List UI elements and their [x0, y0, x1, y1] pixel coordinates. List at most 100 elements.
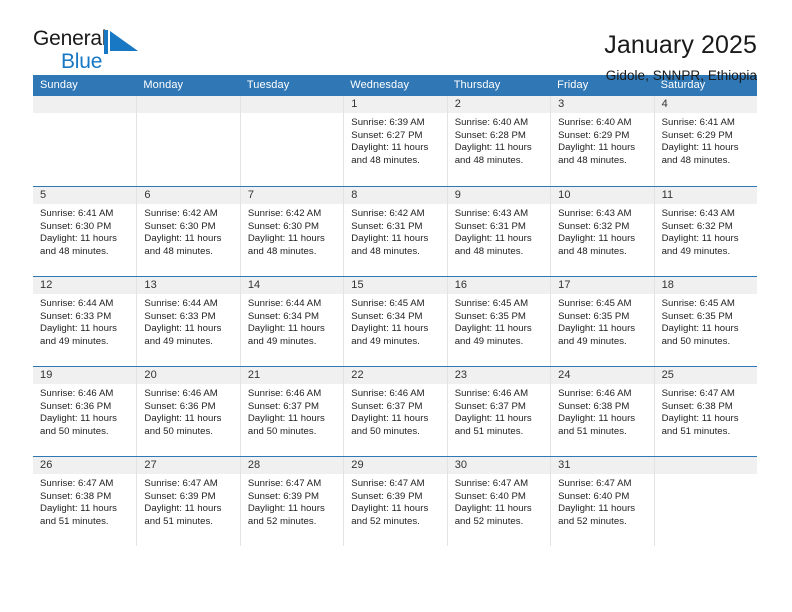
sunrise-text: Sunrise: 6:42 AM	[144, 208, 218, 219]
calendar-day-cell[interactable]: 5 Sunrise: 6:41 AM Sunset: 6:30 PM Daylight…	[33, 187, 137, 276]
daylight-text-line2: and 49 minutes.	[661, 245, 731, 257]
calendar-day-cell[interactable]: 2 Sunrise: 6:40 AM Sunset: 6:28 PM Daylight…	[446, 96, 551, 186]
calendar-day-cell-empty	[136, 96, 240, 186]
calendar-day-cell[interactable]: 31 Sunrise: 6:47 AM Sunset: 6:40 PM Dayligh…	[550, 457, 654, 546]
daylight-text-line2: and 48 minutes.	[247, 245, 317, 257]
day-sun-info: Sunrise: 6:43 AM Sunset: 6:31 PM Daylight:…	[448, 204, 550, 258]
sunset-text: Sunset: 6:34 PM	[247, 310, 320, 322]
calendar-day-cell[interactable]: 1 Sunrise: 6:39 AM Sunset: 6:27 PM Daylight…	[343, 96, 447, 186]
calendar-day-cell[interactable]: 12 Sunrise: 6:44 AM Sunset: 6:33 PM Dayligh…	[33, 277, 137, 366]
calendar-day-cell[interactable]: 3 Sunrise: 6:40 AM Sunset: 6:29 PM Daylight…	[550, 96, 654, 186]
daylight-text-line1: Daylight: 11 hours	[558, 323, 636, 335]
calendar-day-cell[interactable]: 18 Sunrise: 6:45 AM Sunset: 6:35 PM Dayligh…	[653, 277, 757, 366]
sunrise-text: Sunrise: 6:46 AM	[351, 388, 425, 399]
calendar-day-cell[interactable]: 24 Sunrise: 6:46 AM Sunset: 6:38 PM Dayligh…	[550, 367, 654, 456]
day-number: 24	[551, 367, 654, 384]
daylight-text-line2: and 51 minutes.	[558, 425, 627, 437]
sunrise-text: Sunrise: 6:44 AM	[247, 298, 322, 309]
sunset-text: Sunset: 6:40 PM	[454, 490, 526, 502]
calendar-day-cell[interactable]: 26 Sunrise: 6:47 AM Sunset: 6:38 PM Dayligh…	[33, 457, 137, 546]
sunset-text: Sunset: 6:40 PM	[558, 490, 630, 502]
day-number: 1	[344, 96, 447, 113]
calendar-week-row: 12 Sunrise: 6:44 AM Sunset: 6:33 PM Dayligh…	[33, 276, 757, 366]
sunrise-text: Sunrise: 6:42 AM	[247, 208, 322, 219]
daylight-text-line1: Daylight: 11 hours	[454, 233, 532, 245]
calendar-day-cell[interactable]: 27 Sunrise: 6:47 AM Sunset: 6:39 PM Dayligh…	[136, 457, 240, 546]
sunrise-text: Sunrise: 6:46 AM	[247, 388, 322, 399]
sunset-text: Sunset: 6:30 PM	[247, 220, 320, 232]
calendar-day-cell[interactable]: 25 Sunrise: 6:47 AM Sunset: 6:38 PM Dayligh…	[653, 367, 757, 456]
day-number: 21	[240, 367, 344, 384]
daylight-text-line2: and 50 minutes.	[247, 425, 317, 437]
daylight-text-line1: Daylight: 11 hours	[144, 413, 222, 425]
calendar-day-cell[interactable]: 28 Sunrise: 6:47 AM Sunset: 6:39 PM Dayligh…	[239, 457, 344, 546]
day-sun-info: Sunrise: 6:39 AM Sunset: 6:27 PM Daylight:…	[344, 113, 446, 167]
calendar-weeks: 1 Sunrise: 6:39 AM Sunset: 6:27 PM Daylight…	[33, 96, 757, 546]
sunrise-text: Sunrise: 6:39 AM	[351, 117, 425, 128]
calendar-day-cell[interactable]: 11 Sunrise: 6:43 AM Sunset: 6:32 PM Dayligh…	[653, 187, 757, 276]
day-sun-info: Sunrise: 6:46 AM Sunset: 6:37 PM Daylight:…	[448, 384, 550, 438]
weekday-header-wednesday: Wednesday	[350, 79, 410, 91]
calendar-day-cell[interactable]: 15 Sunrise: 6:45 AM Sunset: 6:34 PM Dayligh…	[343, 277, 447, 366]
calendar-day-cell[interactable]: 21 Sunrise: 6:46 AM Sunset: 6:37 PM Dayligh…	[239, 367, 344, 456]
weekday-header-monday: Monday	[143, 79, 184, 91]
calendar-day-cell[interactable]: 23 Sunrise: 6:46 AM Sunset: 6:37 PM Dayligh…	[446, 367, 551, 456]
daylight-text-line2: and 50 minutes.	[144, 425, 213, 437]
calendar-day-cell[interactable]: 20 Sunrise: 6:46 AM Sunset: 6:36 PM Dayligh…	[136, 367, 240, 456]
sunset-text: Sunset: 6:30 PM	[144, 220, 216, 232]
calendar-day-cell[interactable]: 7 Sunrise: 6:42 AM Sunset: 6:30 PM Daylight…	[239, 187, 344, 276]
calendar-day-cell[interactable]: 10 Sunrise: 6:43 AM Sunset: 6:32 PM Dayligh…	[550, 187, 654, 276]
sunrise-text: Sunrise: 6:43 AM	[558, 208, 632, 219]
sunrise-text: Sunrise: 6:44 AM	[40, 298, 114, 309]
day-sun-info: Sunrise: 6:43 AM Sunset: 6:32 PM Daylight:…	[655, 204, 757, 258]
sunset-text: Sunset: 6:29 PM	[661, 129, 733, 141]
calendar-day-cell[interactable]: 13 Sunrise: 6:44 AM Sunset: 6:33 PM Dayligh…	[136, 277, 240, 366]
weekday-header-friday: Friday	[557, 79, 589, 91]
page-title: January 2025	[604, 31, 757, 59]
calendar-day-cell[interactable]: 6 Sunrise: 6:42 AM Sunset: 6:30 PM Daylight…	[136, 187, 240, 276]
daylight-text-line2: and 50 minutes.	[351, 425, 420, 437]
calendar-day-cell[interactable]: 29 Sunrise: 6:47 AM Sunset: 6:39 PM Dayligh…	[343, 457, 447, 546]
sunrise-text: Sunrise: 6:45 AM	[661, 298, 735, 309]
sunrise-text: Sunrise: 6:46 AM	[558, 388, 632, 399]
day-number: 7	[240, 187, 344, 204]
weekday-header-tuesday: Tuesday	[246, 79, 290, 91]
sunset-text: Sunset: 6:39 PM	[351, 490, 423, 502]
calendar-day-cell[interactable]: 8 Sunrise: 6:42 AM Sunset: 6:31 PM Daylight…	[343, 187, 447, 276]
calendar-day-cell[interactable]: 14 Sunrise: 6:44 AM Sunset: 6:34 PM Dayligh…	[239, 277, 344, 366]
day-number: 2	[447, 96, 551, 113]
calendar-day-cell[interactable]: 16 Sunrise: 6:45 AM Sunset: 6:35 PM Dayligh…	[446, 277, 551, 366]
calendar-day-cell[interactable]: 9 Sunrise: 6:43 AM Sunset: 6:31 PM Daylight…	[446, 187, 551, 276]
calendar-day-cell[interactable]: 17 Sunrise: 6:45 AM Sunset: 6:35 PM Dayligh…	[550, 277, 654, 366]
day-number: 8	[344, 187, 447, 204]
daylight-text-line1: Daylight: 11 hours	[40, 413, 117, 425]
daylight-text-line1: Daylight: 11 hours	[661, 323, 739, 335]
calendar-day-cell[interactable]: 4 Sunrise: 6:41 AM Sunset: 6:29 PM Daylight…	[653, 96, 757, 186]
daylight-text-line1: Daylight: 11 hours	[247, 413, 325, 425]
day-sun-info: Sunrise: 6:47 AM Sunset: 6:40 PM Daylight:…	[448, 474, 550, 528]
calendar-day-cell[interactable]: 30 Sunrise: 6:47 AM Sunset: 6:40 PM Dayligh…	[446, 457, 551, 546]
daylight-text-line2: and 48 minutes.	[558, 245, 627, 257]
calendar-week-row: 26 Sunrise: 6:47 AM Sunset: 6:38 PM Dayligh…	[33, 456, 757, 546]
day-number: 28	[240, 457, 344, 474]
sunrise-text: Sunrise: 6:47 AM	[558, 478, 632, 489]
daylight-text-line1: Daylight: 11 hours	[558, 503, 636, 515]
sunrise-text: Sunrise: 6:47 AM	[144, 478, 218, 489]
calendar-grid: Sunday Monday Tuesday Wednesday Thursday Frid…	[33, 75, 757, 546]
daylight-text-line2: and 50 minutes.	[661, 335, 731, 347]
daylight-text-line1: Daylight: 11 hours	[351, 323, 429, 335]
calendar-week-row: 1 Sunrise: 6:39 AM Sunset: 6:27 PM Daylight…	[33, 96, 757, 186]
daylight-text-line2: and 49 minutes.	[40, 335, 109, 347]
calendar-day-cell[interactable]: 22 Sunrise: 6:46 AM Sunset: 6:37 PM Dayligh…	[343, 367, 447, 456]
sunset-text: Sunset: 6:38 PM	[40, 490, 112, 502]
sunrise-text: Sunrise: 6:43 AM	[661, 208, 735, 219]
sunset-text: Sunset: 6:38 PM	[558, 400, 630, 412]
daylight-text-line2: and 52 minutes.	[247, 515, 317, 527]
sunrise-text: Sunrise: 6:47 AM	[661, 388, 735, 399]
sunset-text: Sunset: 6:37 PM	[351, 400, 423, 412]
sunset-text: Sunset: 6:28 PM	[454, 129, 526, 141]
daylight-text-line2: and 48 minutes.	[144, 245, 213, 257]
general-blue-logo[interactable]: General Blue	[33, 28, 153, 76]
calendar-day-cell[interactable]: 19 Sunrise: 6:46 AM Sunset: 6:36 PM Dayligh…	[33, 367, 137, 456]
daylight-text-line1: Daylight: 11 hours	[40, 233, 117, 245]
